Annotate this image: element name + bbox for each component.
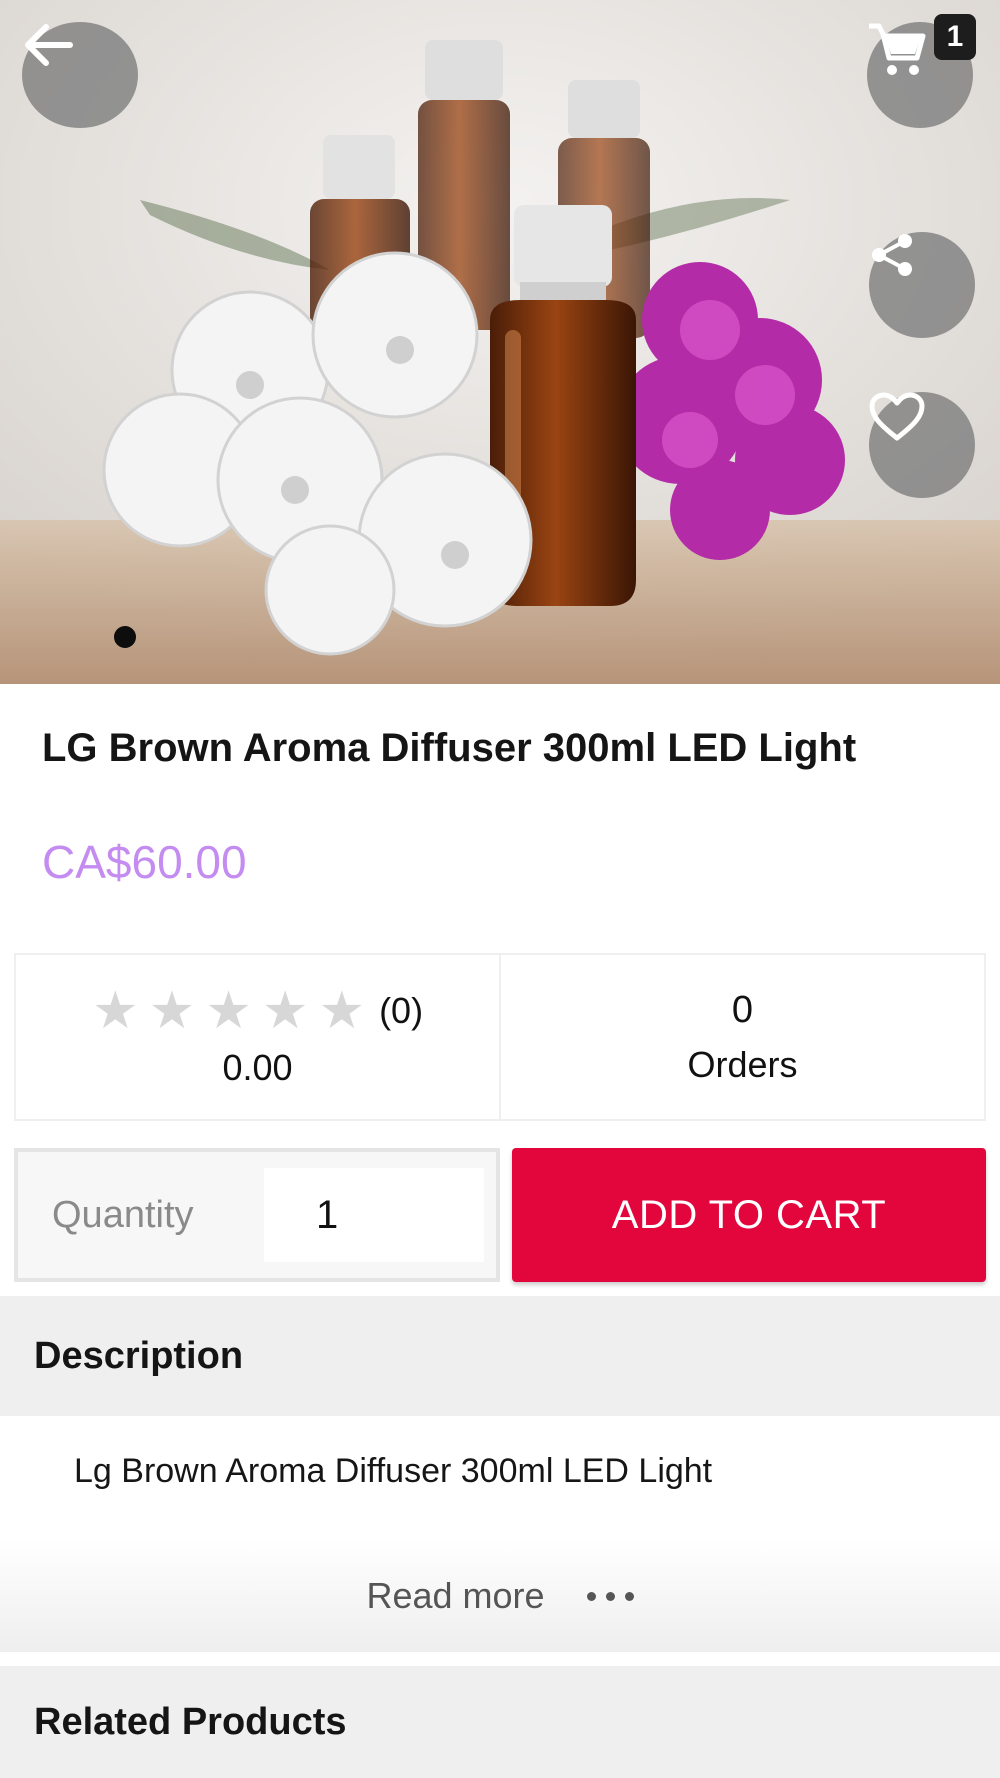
related-products-header: Related Products: [0, 1666, 1000, 1778]
rating-value: 0.00: [222, 1047, 293, 1088]
description-text: Lg Brown Aroma Diffuser 300ml LED Light: [74, 1452, 713, 1490]
related-products-heading: Related Products: [34, 1700, 347, 1743]
carousel-indicator-dot[interactable]: [114, 626, 136, 648]
orders-box: 0 Orders: [501, 953, 986, 1121]
orders-count: 0: [731, 988, 754, 1031]
star-icon: ★: [148, 982, 196, 1040]
star-icon: ★: [205, 982, 252, 1040]
product-image-carousel[interactable]: 1: [0, 0, 1000, 684]
quantity-label: Quantity: [52, 1193, 194, 1236]
star-icon: ★: [261, 982, 309, 1040]
read-more-label: Read more: [366, 1575, 545, 1616]
product-photo: [0, 0, 1000, 684]
favorite-button[interactable]: [869, 392, 975, 498]
product-title: LG Brown Aroma Diffuser 300ml LED Light: [42, 726, 857, 770]
share-button[interactable]: [869, 232, 975, 338]
description-header: Description: [0, 1296, 1000, 1416]
product-stats: ★ ★ ★ ★ ★ (0) 0.00 0 Orders: [14, 953, 986, 1121]
rating-stars: ★ ★ ★ ★ ★: [92, 985, 365, 1037]
read-more-button[interactable]: Read more: [0, 1540, 1000, 1652]
arrow-left-icon: [25, 24, 73, 66]
share-icon: [872, 234, 912, 276]
quantity-selector: Quantity: [14, 1148, 500, 1282]
heart-outline-icon: [869, 392, 925, 441]
quantity-input[interactable]: [264, 1168, 484, 1262]
back-button[interactable]: [22, 22, 138, 128]
add-to-cart-button[interactable]: ADD TO CART: [512, 1148, 986, 1282]
rating-box[interactable]: ★ ★ ★ ★ ★ (0) 0.00: [14, 953, 501, 1121]
star-icon: ★: [318, 982, 366, 1040]
cart-count-badge: 1: [934, 14, 976, 60]
rating-row: ★ ★ ★ ★ ★ (0): [92, 985, 423, 1037]
orders-label: Orders: [687, 1043, 798, 1085]
more-dots-icon: [586, 1591, 634, 1601]
star-icon: ★: [91, 982, 139, 1040]
rating-count: (0): [379, 990, 424, 1031]
shopping-cart-icon: [869, 23, 926, 75]
product-price: CA$60.00: [42, 836, 247, 888]
description-heading: Description: [34, 1334, 244, 1377]
